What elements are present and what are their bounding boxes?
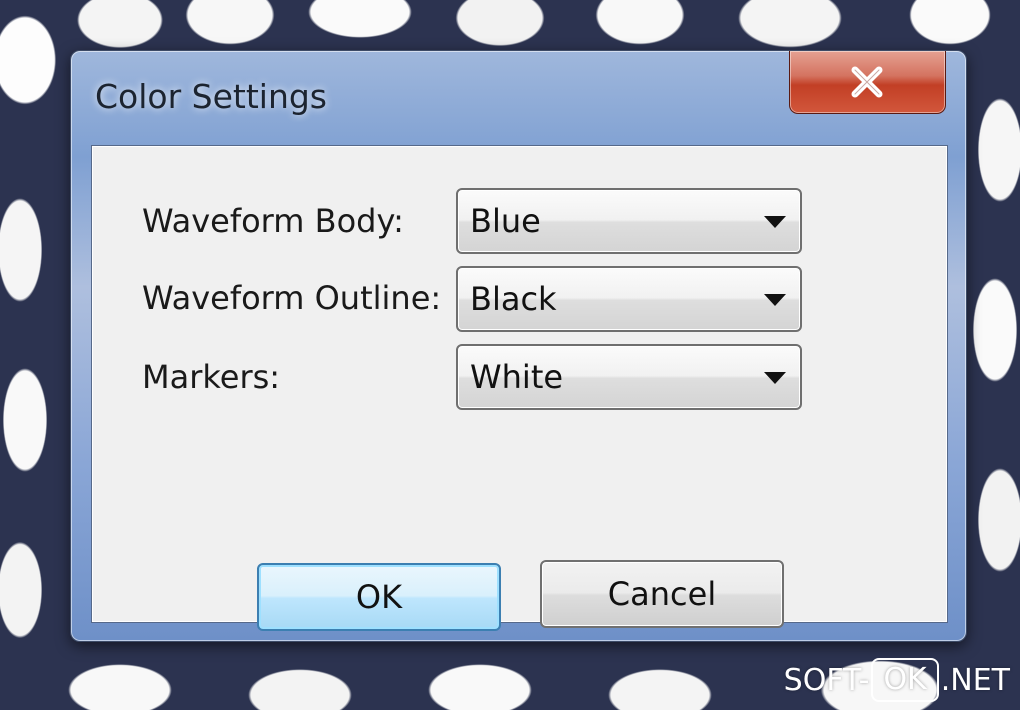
waveform-body-dropdown[interactable]: Blue (456, 188, 802, 254)
watermark-boxed: OK (871, 658, 939, 702)
chevron-down-icon (764, 294, 786, 306)
watermark-left: SOFT- (783, 662, 870, 698)
markers-label: Markers: (142, 358, 281, 396)
waveform-body-label: Waveform Body: (142, 202, 404, 240)
watermark: SOFT- OK .NET (784, 658, 1010, 702)
color-settings-dialog: Color Settings Waveform Body: Blue Wavef… (70, 50, 967, 642)
watermark-right: .NET (940, 662, 1010, 698)
markers-dropdown[interactable]: White (456, 344, 802, 410)
waveform-outline-value: Black (470, 280, 557, 318)
chevron-down-icon (764, 216, 786, 228)
dialog-client-area: Waveform Body: Blue Waveform Outline: Bl… (91, 145, 948, 631)
ok-button[interactable]: OK (257, 563, 501, 631)
dialog-title: Color Settings (95, 77, 327, 116)
cancel-button[interactable]: Cancel (540, 560, 784, 628)
close-x-icon (851, 66, 883, 98)
close-button[interactable] (789, 51, 946, 114)
waveform-outline-label: Waveform Outline: (142, 279, 442, 317)
waveform-outline-dropdown[interactable]: Black (456, 266, 802, 332)
markers-value: White (470, 358, 564, 396)
chevron-down-icon (764, 372, 786, 384)
waveform-body-value: Blue (470, 202, 541, 240)
